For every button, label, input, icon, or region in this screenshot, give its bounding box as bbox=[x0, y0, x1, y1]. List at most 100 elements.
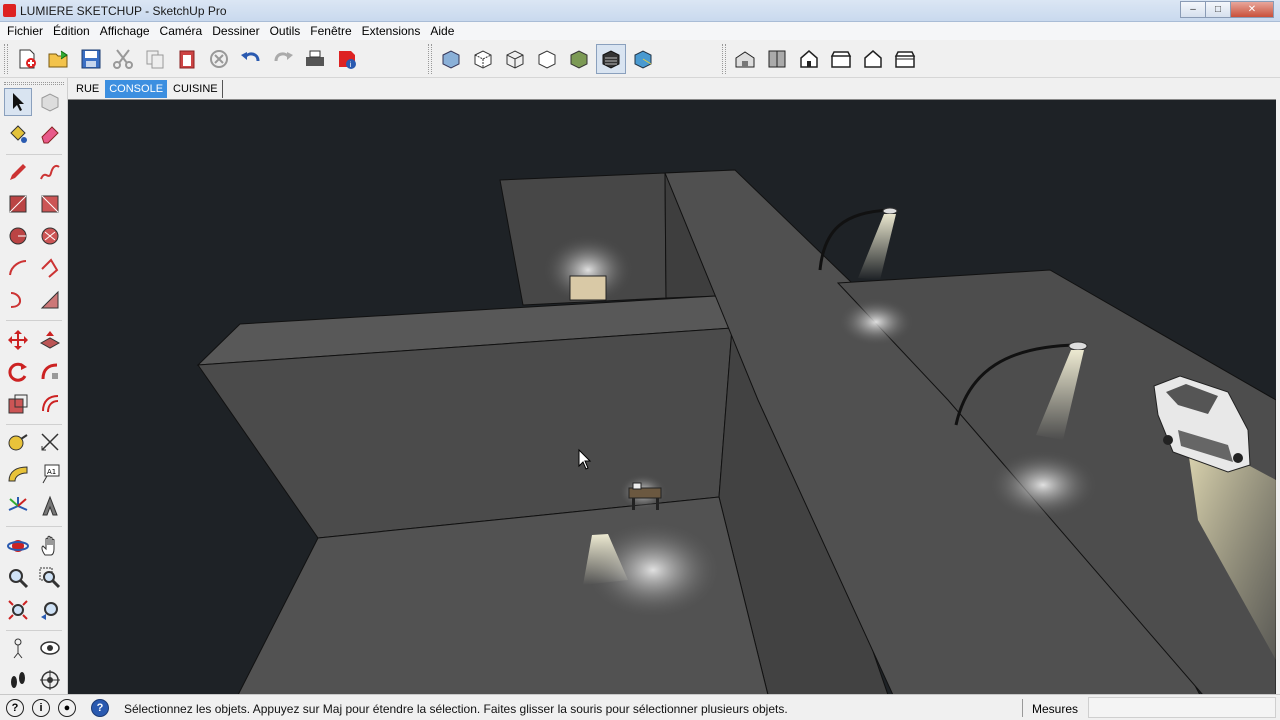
scene-drawing bbox=[196, 169, 1276, 694]
xray-icon[interactable] bbox=[436, 44, 466, 74]
menu-edit[interactable]: Édition bbox=[48, 22, 95, 40]
three-point-arc-icon[interactable] bbox=[4, 286, 32, 314]
arc-icon[interactable] bbox=[4, 254, 32, 282]
3d-text-icon[interactable] bbox=[36, 492, 64, 520]
erase-icon[interactable] bbox=[204, 44, 234, 74]
back-view-icon[interactable] bbox=[858, 44, 888, 74]
rectangle-icon[interactable] bbox=[4, 190, 32, 218]
toolbar-grip[interactable] bbox=[4, 44, 8, 74]
sketchup-app-icon[interactable] bbox=[3, 4, 16, 17]
wireframe-icon[interactable] bbox=[500, 44, 530, 74]
freehand-icon[interactable] bbox=[36, 158, 64, 186]
push-pull-icon[interactable] bbox=[36, 326, 64, 354]
3d-viewport[interactable] bbox=[68, 99, 1276, 694]
axes-icon[interactable] bbox=[4, 492, 32, 520]
protractor-icon[interactable] bbox=[4, 460, 32, 488]
print-icon[interactable] bbox=[300, 44, 330, 74]
zoom-window-icon[interactable] bbox=[36, 564, 64, 592]
monochrome-icon[interactable] bbox=[628, 44, 658, 74]
two-point-arc-icon[interactable] bbox=[36, 254, 64, 282]
hidden-line-icon[interactable] bbox=[532, 44, 562, 74]
redo-icon[interactable] bbox=[268, 44, 298, 74]
previous-view-icon[interactable] bbox=[36, 596, 64, 624]
offset-icon[interactable] bbox=[36, 390, 64, 418]
move-icon[interactable] bbox=[4, 326, 32, 354]
text-icon[interactable]: A1 bbox=[36, 460, 64, 488]
position-camera-icon[interactable] bbox=[4, 634, 32, 662]
maximize-button[interactable]: □ bbox=[1205, 1, 1231, 18]
model-info-icon[interactable]: i bbox=[332, 44, 362, 74]
shaded-icon[interactable] bbox=[564, 44, 594, 74]
main-toolbar: i bbox=[0, 40, 1280, 78]
scene-tabs: RUE CONSOLE CUISINE bbox=[68, 78, 1280, 99]
pan-icon[interactable] bbox=[36, 532, 64, 560]
menu-help[interactable]: Aide bbox=[425, 22, 459, 40]
menu-view[interactable]: Affichage bbox=[95, 22, 155, 40]
top-view-icon[interactable] bbox=[762, 44, 792, 74]
section-plane-icon[interactable] bbox=[36, 666, 64, 694]
paste-icon[interactable] bbox=[172, 44, 202, 74]
geo-location-icon[interactable]: ? bbox=[6, 699, 24, 717]
shaded-textures-icon[interactable] bbox=[596, 44, 626, 74]
title-bar: LUMIERE SKETCHUP - SketchUp Pro – □ ✕ bbox=[0, 0, 1280, 22]
palette-grip[interactable] bbox=[4, 82, 64, 85]
status-message: Sélectionnez les objets. Appuyez sur Maj… bbox=[124, 702, 788, 716]
toolbar-grip[interactable] bbox=[722, 44, 726, 74]
menu-camera[interactable]: Caméra bbox=[155, 22, 208, 40]
tool-palette: A1 bbox=[0, 78, 68, 694]
open-icon[interactable] bbox=[44, 44, 74, 74]
menu-file[interactable]: Fichier bbox=[2, 22, 48, 40]
menu-window[interactable]: Fenêtre bbox=[305, 22, 356, 40]
rotate-icon[interactable] bbox=[4, 358, 32, 386]
pie-icon[interactable] bbox=[36, 286, 64, 314]
views-toolbar bbox=[722, 42, 922, 76]
scale-icon[interactable] bbox=[4, 390, 32, 418]
scene-tab-console[interactable]: CONSOLE bbox=[105, 79, 168, 98]
styles-toolbar bbox=[428, 42, 660, 76]
menu-draw[interactable]: Dessiner bbox=[207, 22, 264, 40]
follow-me-icon[interactable] bbox=[36, 358, 64, 386]
standard-toolbar: i bbox=[4, 42, 364, 76]
polygon-icon[interactable] bbox=[36, 222, 64, 250]
menu-tools[interactable]: Outils bbox=[265, 22, 306, 40]
copy-icon[interactable] bbox=[140, 44, 170, 74]
measurements-field[interactable] bbox=[1088, 697, 1276, 718]
orbit-icon[interactable] bbox=[4, 532, 32, 560]
cut-icon[interactable] bbox=[108, 44, 138, 74]
menu-bar: Fichier Édition Affichage Caméra Dessine… bbox=[0, 22, 1280, 40]
scene-tab-cuisine[interactable]: CUISINE bbox=[169, 79, 223, 98]
select-icon[interactable] bbox=[4, 88, 32, 116]
zoom-extents-icon[interactable] bbox=[4, 596, 32, 624]
svg-text:i: i bbox=[350, 61, 352, 69]
menu-extensions[interactable]: Extensions bbox=[357, 22, 426, 40]
tape-measure-icon[interactable] bbox=[4, 428, 32, 456]
close-button[interactable]: ✕ bbox=[1230, 1, 1274, 18]
back-edges-icon[interactable] bbox=[468, 44, 498, 74]
save-icon[interactable] bbox=[76, 44, 106, 74]
zoom-icon[interactable] bbox=[4, 564, 32, 592]
eraser-icon[interactable] bbox=[36, 120, 64, 148]
measurements-label: Mesures bbox=[1032, 702, 1079, 716]
component-icon[interactable] bbox=[36, 88, 64, 116]
user-account-icon[interactable]: ● bbox=[58, 699, 76, 717]
iso-view-icon[interactable] bbox=[730, 44, 760, 74]
credits-icon[interactable]: i bbox=[32, 699, 50, 717]
dimension-icon[interactable] bbox=[36, 428, 64, 456]
scene-tab-rue[interactable]: RUE bbox=[72, 80, 103, 98]
look-around-icon[interactable] bbox=[36, 634, 64, 662]
pencil-icon[interactable] bbox=[4, 158, 32, 186]
status-bar: ? i ● ? Sélectionnez les objets. Appuyez… bbox=[0, 694, 1280, 720]
circle-icon[interactable] bbox=[4, 222, 32, 250]
toolbar-grip[interactable] bbox=[428, 44, 432, 74]
right-view-icon[interactable] bbox=[826, 44, 856, 74]
new-icon[interactable] bbox=[12, 44, 42, 74]
undo-icon[interactable] bbox=[236, 44, 266, 74]
window-title: LUMIERE SKETCHUP - SketchUp Pro bbox=[20, 4, 227, 18]
help-icon[interactable]: ? bbox=[91, 699, 109, 717]
walk-icon[interactable] bbox=[4, 666, 32, 694]
front-view-icon[interactable] bbox=[794, 44, 824, 74]
rotated-rectangle-icon[interactable] bbox=[36, 190, 64, 218]
minimize-button[interactable]: – bbox=[1180, 1, 1206, 18]
paint-bucket-icon[interactable] bbox=[4, 120, 32, 148]
left-view-icon[interactable] bbox=[890, 44, 920, 74]
